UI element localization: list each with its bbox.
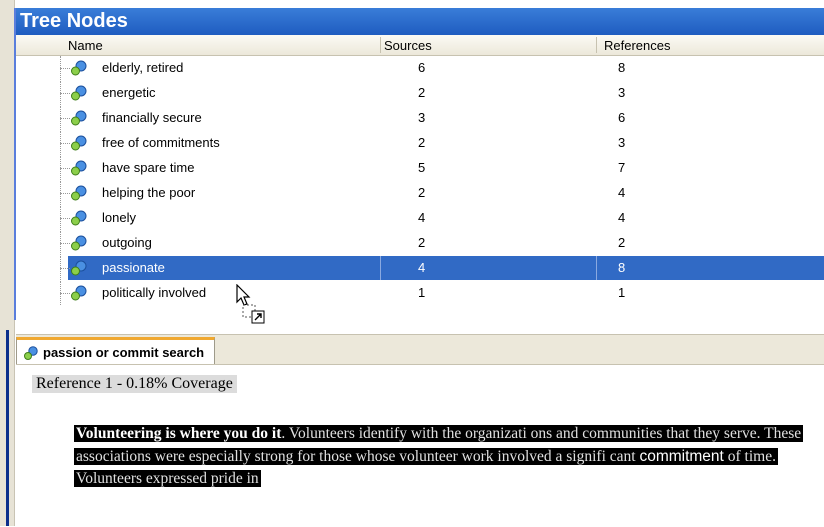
node-name: financially secure	[102, 110, 202, 125]
node-references: 3	[618, 135, 626, 150]
app-window: Tree Nodes Name Sources References elder…	[0, 0, 824, 527]
tab-label: passion or commit search	[43, 345, 205, 360]
node-name: passionate	[102, 260, 165, 275]
table-row[interactable]: energetic 2 3	[16, 81, 824, 105]
node-references: 8	[618, 60, 626, 75]
node-sources: 2	[418, 135, 426, 150]
panel-title: Tree Nodes	[16, 8, 824, 35]
node-references: 7	[618, 160, 626, 175]
table-row[interactable]: elderly, retired 6 8	[16, 56, 824, 80]
table-row[interactable]: have spare time 5 7	[16, 156, 824, 180]
column-header-references[interactable]: References	[604, 38, 670, 53]
tree-node-icon	[71, 260, 87, 276]
keyword-hit: commitment	[639, 447, 724, 465]
node-name: outgoing	[102, 235, 152, 250]
drag-shortcut-icon	[242, 304, 265, 324]
tab-strip: passion or commit search	[16, 334, 824, 365]
table-row[interactable]: outgoing 2 2	[16, 231, 824, 255]
table-row[interactable]: financially secure 3 6	[16, 106, 824, 130]
node-sources: 5	[418, 160, 426, 175]
tree-node-icon	[24, 345, 38, 360]
tree-node-icon	[71, 185, 87, 201]
column-header-name[interactable]: Name	[68, 38, 103, 53]
node-references: 3	[618, 85, 626, 100]
column-header-sources[interactable]: Sources	[384, 38, 432, 53]
coded-text-paragraph[interactable]: Volunteering is where you do it. Volunte…	[74, 423, 824, 491]
lead-sentence: Volunteering is where you do it	[76, 425, 282, 442]
node-sources: 4	[418, 210, 426, 225]
reference-header: Reference 1 - 0.18% Coverage	[32, 375, 237, 393]
node-name: lonely	[102, 210, 136, 225]
tree-node-icon	[71, 135, 87, 151]
table-row[interactable]: free of commitments 2 3	[16, 131, 824, 155]
table-row[interactable]: politically involved 1 1	[16, 281, 824, 305]
node-name: politically involved	[102, 285, 207, 300]
tree-node-icon	[71, 235, 87, 251]
node-sources: 4	[418, 260, 426, 275]
node-references: 2	[618, 235, 626, 250]
tree-node-icon	[71, 85, 87, 101]
column-header: Name Sources References	[16, 35, 824, 56]
tree-node-icon	[71, 160, 87, 176]
node-name: free of commitments	[102, 135, 220, 150]
node-references: 8	[618, 260, 626, 275]
tree-node-icon	[71, 60, 87, 76]
document-view[interactable]: Reference 1 - 0.18% Coverage Volunteerin…	[16, 364, 824, 527]
table-row[interactable]: helping the poor 2 4	[16, 181, 824, 205]
node-references: 4	[618, 210, 626, 225]
node-name: elderly, retired	[102, 60, 184, 75]
node-sources: 6	[418, 60, 426, 75]
table-row[interactable]: lonely 4 4	[16, 206, 824, 230]
node-sources: 3	[418, 110, 426, 125]
node-references: 1	[618, 285, 626, 300]
tree-node-icon	[71, 210, 87, 226]
node-references: 6	[618, 110, 626, 125]
tree-node-icon	[71, 285, 87, 301]
node-name: energetic	[102, 85, 156, 100]
node-name: have spare time	[102, 160, 195, 175]
node-sources: 2	[418, 85, 426, 100]
tree-nodes-panel: Tree Nodes Name Sources References elder…	[14, 8, 824, 320]
node-sources: 2	[418, 185, 426, 200]
node-references: 4	[618, 185, 626, 200]
node-name: helping the poor	[102, 185, 196, 200]
left-scroll-edge	[0, 0, 15, 526]
tree-node-icon	[71, 110, 87, 126]
node-sources: 1	[418, 285, 426, 300]
table-row[interactable]: passionate 4 8	[16, 256, 824, 280]
tab-passion-or-commit-search[interactable]: passion or commit search	[16, 337, 216, 365]
node-sources: 2	[418, 235, 426, 250]
